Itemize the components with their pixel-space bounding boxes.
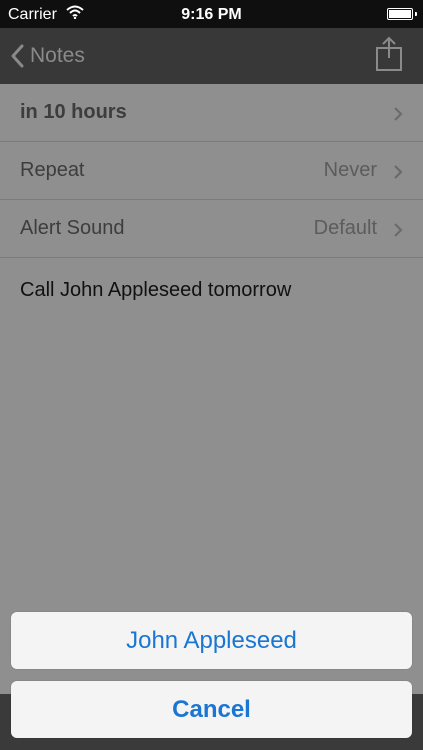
row-due-time[interactable]: in 10 hours (0, 84, 423, 142)
row-label: Repeat (20, 159, 85, 181)
share-icon[interactable] (375, 36, 403, 77)
chevron-right-icon (393, 163, 403, 186)
row-repeat[interactable]: Repeat Never (0, 142, 423, 200)
contact-option-button[interactable]: John Appleseed (11, 612, 412, 669)
status-time: 9:16 PM (181, 6, 242, 23)
row-value: Never (323, 159, 377, 181)
battery-icon (387, 8, 417, 20)
row-label: Alert Sound (20, 217, 125, 239)
status-bar: Carrier 9:16 PM (0, 0, 423, 28)
chevron-left-icon (11, 44, 24, 68)
navigation-bar: Notes (0, 28, 423, 84)
row-label: in 10 hours (20, 101, 127, 123)
row-value: Default (313, 217, 377, 239)
back-button[interactable]: Notes (10, 28, 85, 84)
chevron-right-icon (393, 105, 403, 128)
back-button-label: Notes (30, 44, 85, 67)
chevron-right-icon (393, 221, 403, 244)
cancel-button[interactable]: Cancel (11, 681, 412, 738)
note-text[interactable]: Call John Appleseed tomorrow (20, 279, 291, 302)
row-alert-sound[interactable]: Alert Sound Default (0, 200, 423, 258)
